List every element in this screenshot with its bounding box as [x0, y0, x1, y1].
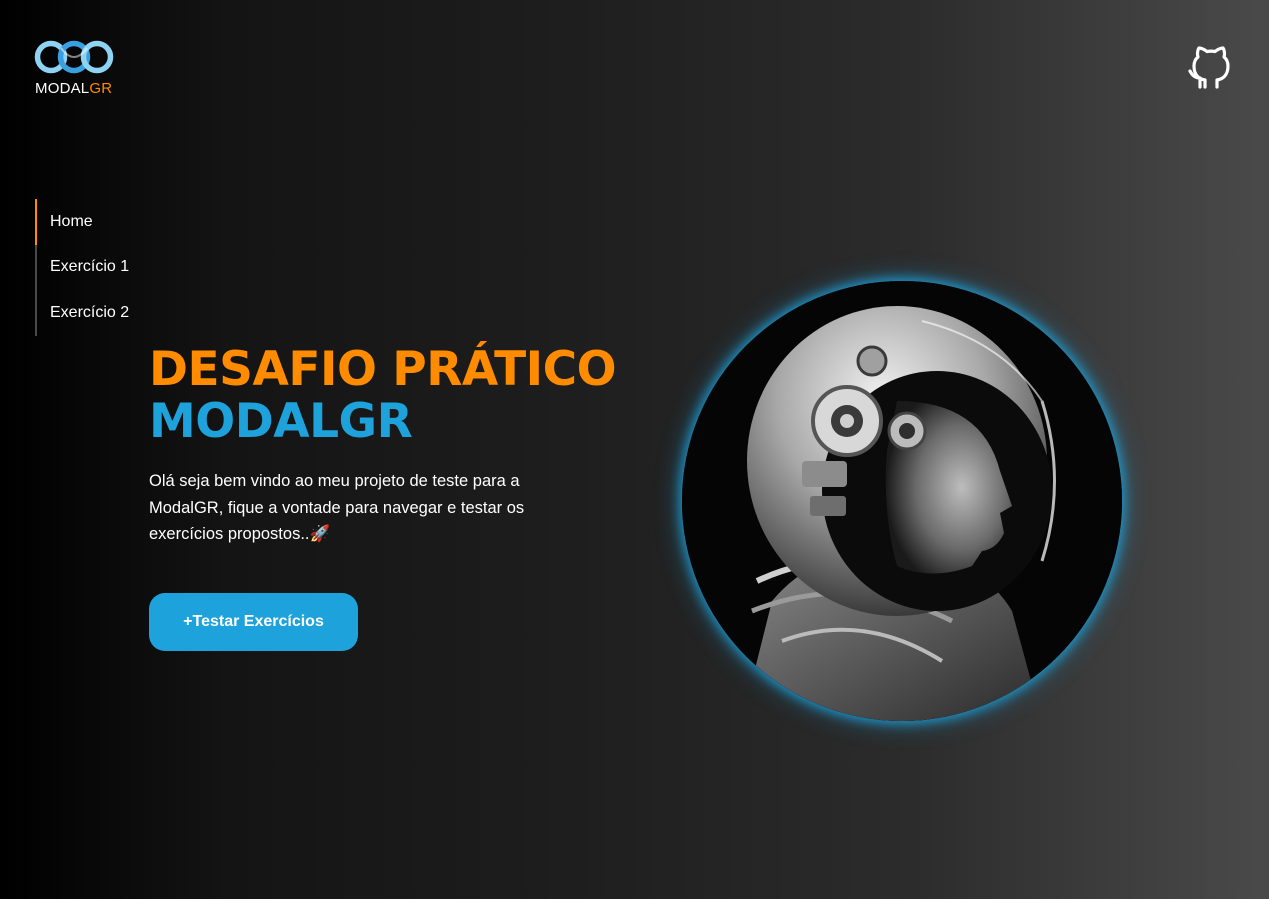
- logo-wordmark: MODALGR: [35, 80, 112, 97]
- github-icon: [1188, 46, 1230, 89]
- hero-title-line-2: MODALGR: [149, 394, 413, 449]
- logo-wordmark-prefix: MODAL: [35, 80, 90, 97]
- nav-item-home[interactable]: Home: [35, 199, 175, 245]
- infinity-logo-icon: [34, 40, 114, 74]
- hero-title-line-1: DESAFIO PRÁTICO: [149, 342, 617, 397]
- side-nav: Home Exercício 1 Exercício 2: [35, 199, 175, 336]
- nav-item-exercicio-2[interactable]: Exercício 2: [35, 290, 175, 336]
- hero-description: Olá seja bem vindo ao meu projeto de tes…: [149, 472, 525, 543]
- github-link[interactable]: [1186, 40, 1236, 92]
- astronaut-portrait-image: [682, 281, 1122, 721]
- nav-item-exercicio-1[interactable]: Exercício 1: [35, 244, 175, 290]
- brand-logo[interactable]: MODALGR: [34, 36, 114, 98]
- logo-wordmark-accent: GR: [89, 80, 113, 97]
- test-exercises-button[interactable]: +Testar Exercícios: [149, 593, 358, 651]
- hero-title: DESAFIO PRÁTICO MODALGR: [149, 342, 617, 449]
